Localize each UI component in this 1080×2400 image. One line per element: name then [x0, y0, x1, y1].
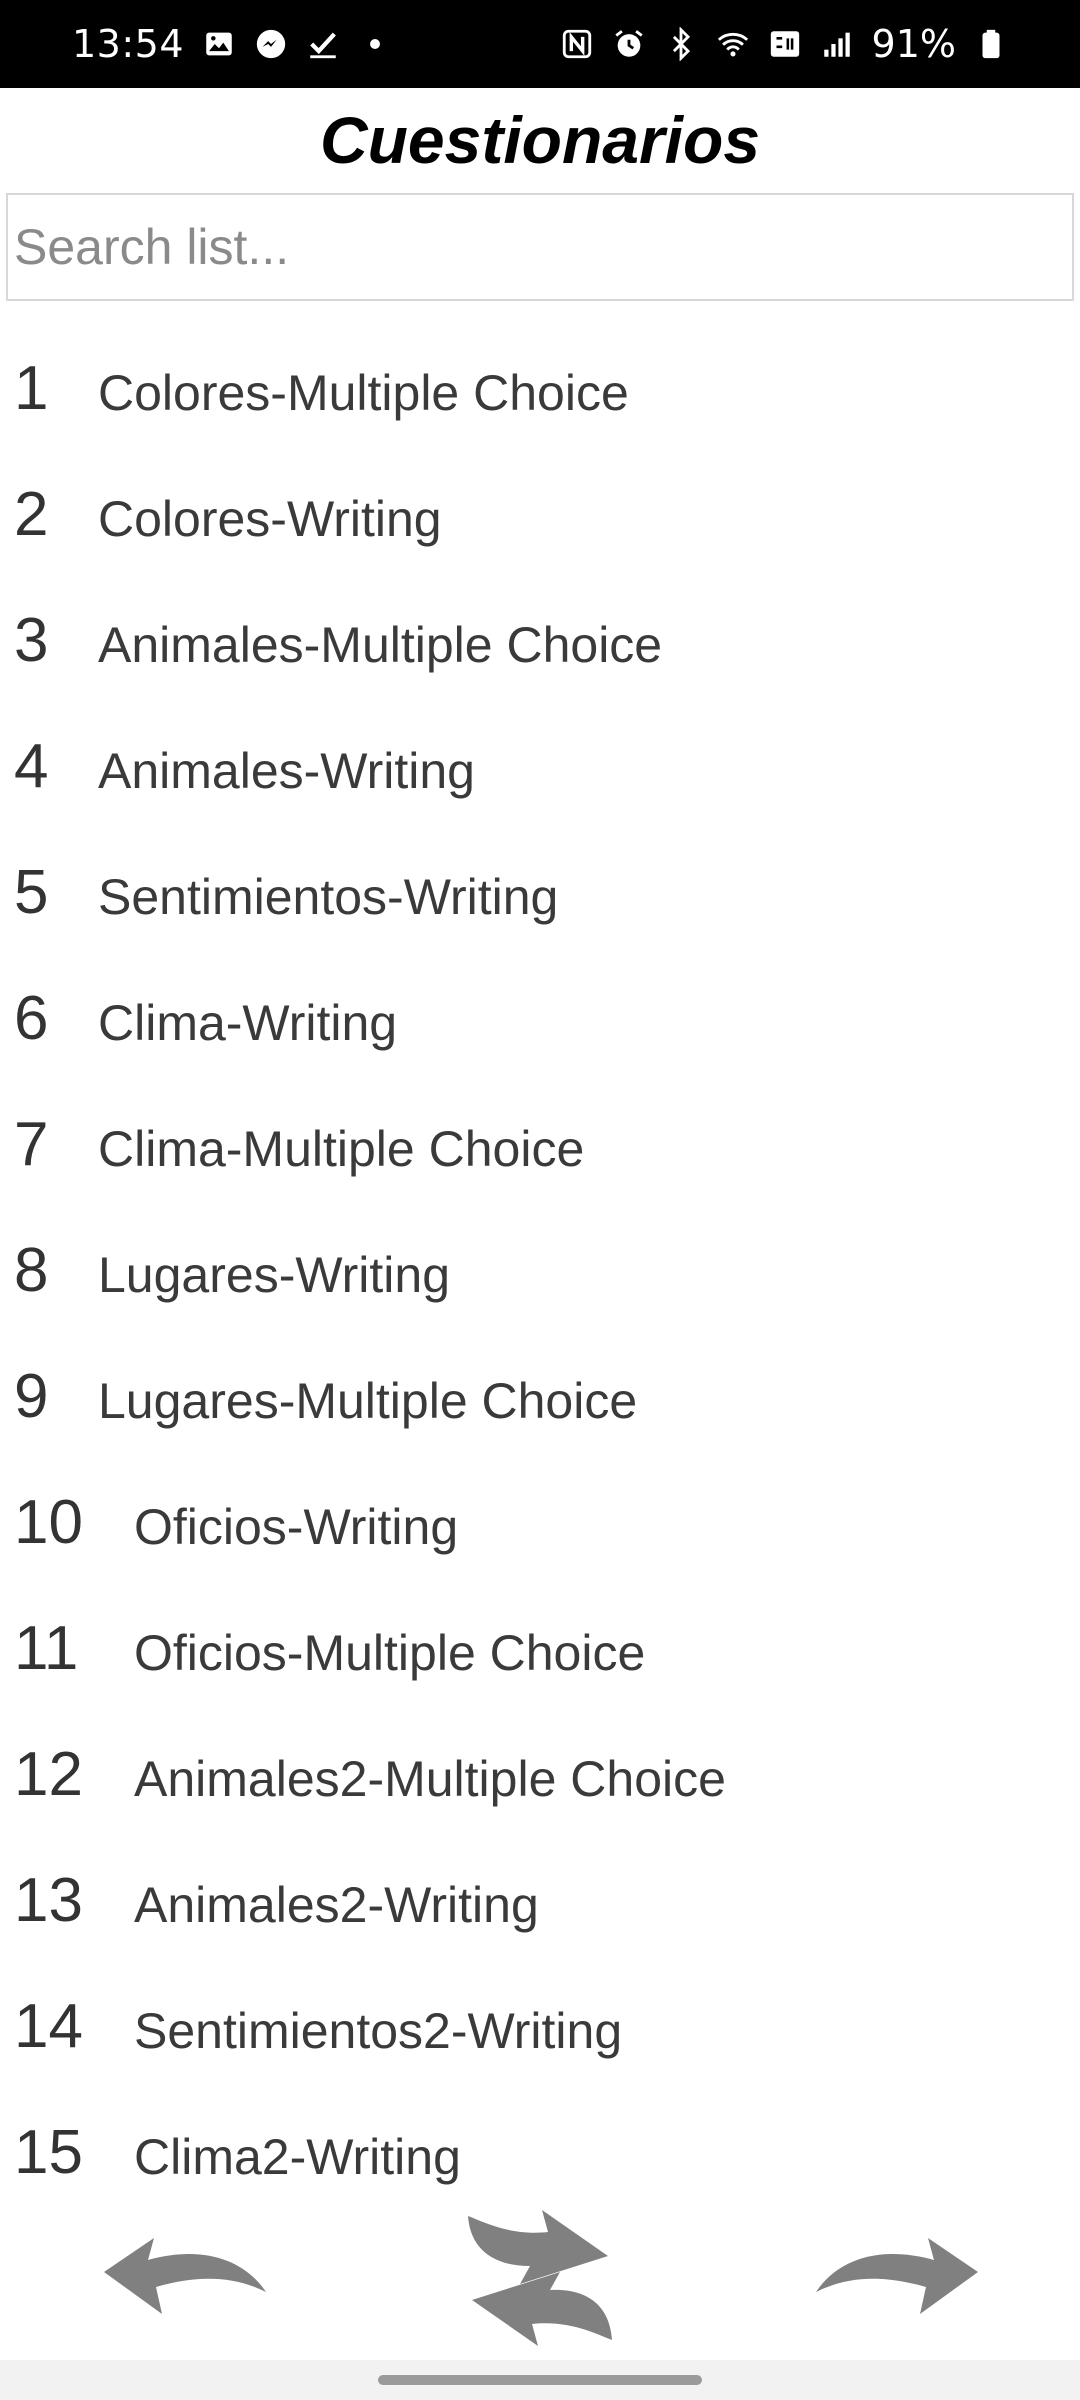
list-item[interactable]: 3 Animales-Multiple Choice	[0, 579, 1080, 705]
list-item[interactable]: 7 Clima-Multiple Choice	[0, 1083, 1080, 1209]
alarm-icon	[612, 27, 646, 61]
item-number: 5	[14, 858, 49, 927]
item-label: Oficios-Multiple Choice	[134, 1625, 646, 1681]
item-number: 4	[14, 732, 49, 801]
battery-percent: 91%	[871, 22, 956, 66]
list-item[interactable]: 6 Clima-Writing	[0, 957, 1080, 1083]
list-item[interactable]: 15 Clima2-Writing	[0, 2091, 1080, 2197]
item-number: 1	[14, 354, 49, 423]
search-input[interactable]	[8, 195, 1072, 299]
item-label: Clima-Writing	[98, 995, 398, 1051]
item-label: Sentimientos-Writing	[98, 869, 559, 925]
back-arrow-icon	[104, 2238, 266, 2314]
status-right: 91%	[560, 22, 1008, 66]
list-item[interactable]: 4 Animales-Writing	[0, 705, 1080, 831]
item-number: 6	[14, 984, 49, 1053]
refresh-icon	[468, 2210, 612, 2346]
quiz-list: 1 Colores-Multiple Choice 2 Colores-Writing…	[0, 327, 1080, 2197]
wifi-icon	[716, 27, 750, 61]
home-indicator[interactable]	[378, 2375, 702, 2385]
item-number: 10	[14, 1488, 83, 1557]
item-label: Colores-Multiple Choice	[98, 365, 629, 421]
item-number: 15	[14, 2118, 83, 2187]
dot-icon	[358, 27, 392, 61]
item-number: 13	[14, 1866, 83, 1935]
forward-arrow-icon	[816, 2238, 978, 2314]
item-number: 12	[14, 1740, 83, 1809]
check-icon	[306, 27, 340, 61]
volte-icon	[768, 27, 802, 61]
image-icon	[202, 27, 236, 61]
item-number: 9	[14, 1362, 49, 1431]
signal-icon	[820, 27, 854, 61]
nfc-icon	[560, 27, 594, 61]
list-item[interactable]: 2 Colores-Writing	[0, 453, 1080, 579]
item-label: Oficios-Writing	[134, 1499, 459, 1555]
item-label: Animales-Writing	[98, 743, 475, 799]
messenger-icon	[254, 27, 288, 61]
refresh-button[interactable]	[450, 2196, 630, 2360]
page-title: Cuestionarios	[319, 103, 761, 177]
gesture-bar	[0, 2360, 1080, 2400]
item-label: Clima2-Writing	[134, 2129, 461, 2185]
item-number: 7	[14, 1110, 49, 1179]
bottom-nav	[0, 2196, 1080, 2360]
list-item[interactable]: 13 Animales2-Writing	[0, 1839, 1080, 1965]
item-label: Lugares-Writing	[98, 1247, 451, 1303]
item-number: 8	[14, 1236, 49, 1305]
item-label: Animales-Multiple Choice	[98, 617, 663, 673]
list-item[interactable]: 8 Lugares-Writing	[0, 1209, 1080, 1335]
item-label: Animales2-Writing	[134, 1877, 539, 1933]
search-box[interactable]	[6, 193, 1074, 301]
status-left: 13:54	[72, 22, 392, 66]
list-item[interactable]: 11 Oficios-Multiple Choice	[0, 1587, 1080, 1713]
item-label: Clima-Multiple Choice	[98, 1121, 585, 1177]
list-item[interactable]: 1 Colores-Multiple Choice	[0, 327, 1080, 453]
item-label: Animales2-Multiple Choice	[134, 1751, 726, 1807]
item-number: 2	[14, 480, 49, 549]
status-bar: 13:54 91%	[0, 0, 1080, 88]
list-item[interactable]: 14 Sentimientos2-Writing	[0, 1965, 1080, 2091]
bluetooth-icon	[664, 27, 698, 61]
item-label: Lugares-Multiple Choice	[98, 1373, 638, 1429]
item-label: Colores-Writing	[98, 491, 442, 547]
list-item[interactable]: 12 Animales2-Multiple Choice	[0, 1713, 1080, 1839]
item-number: 11	[14, 1614, 79, 1683]
battery-icon	[974, 27, 1008, 61]
item-number: 3	[14, 606, 49, 675]
list-item[interactable]: 9 Lugares-Multiple Choice	[0, 1335, 1080, 1461]
item-number: 14	[14, 1992, 83, 2061]
list-item[interactable]: 10 Oficios-Writing	[0, 1461, 1080, 1587]
status-time: 13:54	[72, 22, 185, 66]
back-button[interactable]	[96, 2232, 276, 2332]
forward-button[interactable]	[806, 2232, 986, 2332]
list-item[interactable]: 5 Sentimientos-Writing	[0, 831, 1080, 957]
item-label: Sentimientos2-Writing	[134, 2003, 623, 2059]
